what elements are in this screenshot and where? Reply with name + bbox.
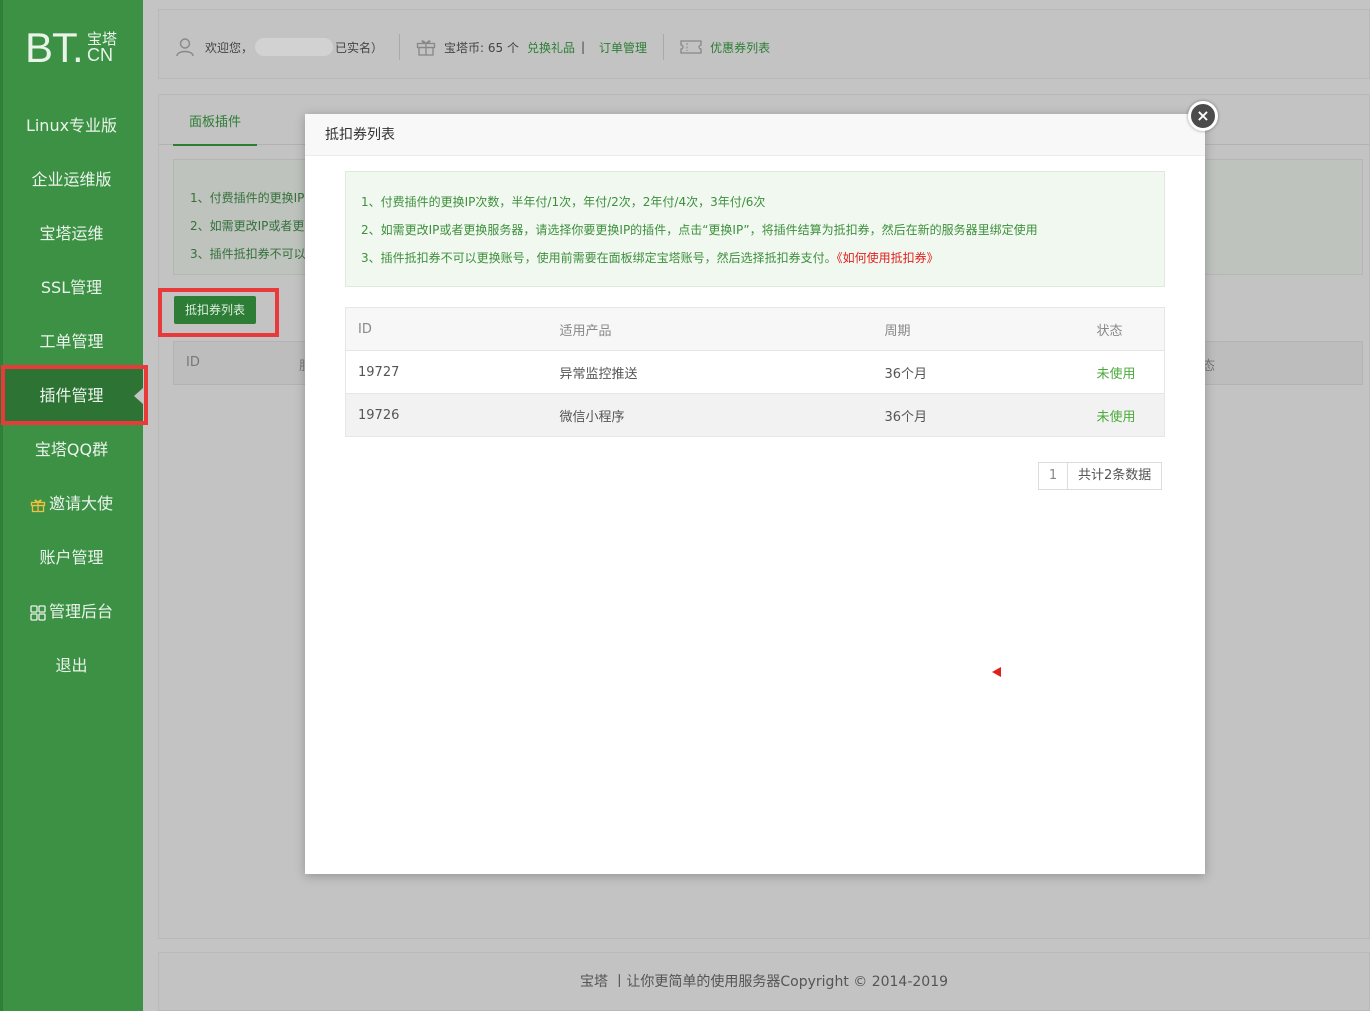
sidebar-nav: Linux专业版 企业运维版 宝塔运维 SSL管理 工单管理 插件管理 宝塔QQ… — [0, 99, 143, 693]
gift-icon — [30, 499, 46, 512]
sidebar-item-admin[interactable]: 管理后台 — [0, 585, 143, 639]
sidebar-item-invite[interactable]: 邀请大使 — [0, 477, 143, 531]
sidebar-item-label: 宝塔QQ群 — [34, 440, 109, 459]
realname-status: 已实名） — [335, 40, 384, 55]
cell-product: 异常监控推送 — [547, 350, 873, 394]
divider — [399, 34, 401, 60]
modal-tip-text: 3、插件抵扣券不可以更换账号，使用前需要在面板绑定宝塔账号，然后选择抵扣券支付。 — [361, 251, 837, 265]
coupon-table: ID 适用产品 周期 状态 19727 异常监控推送 36个月 未使用 1972… — [345, 307, 1165, 437]
sidebar-item-qq-group[interactable]: 宝塔QQ群 — [0, 423, 143, 477]
orders-link[interactable]: 订单管理 — [599, 39, 647, 56]
sidebar-item-label: 邀请大使 — [48, 494, 113, 513]
total-count: 共计2条数据 — [1078, 468, 1152, 483]
cell-period: 36个月 — [872, 350, 1085, 394]
tip-line: 3、插件抵扣券不可以更换账号 — [190, 247, 310, 261]
sidebar-item-ops[interactable]: 宝塔运维 — [0, 207, 143, 261]
sidebar-item-label: 插件管理 — [39, 386, 104, 405]
footer-copyright: 宝塔 丨让你更简单的使用服务器Copyright © 2014-2019 — [579, 974, 949, 990]
coupon-icon — [680, 40, 702, 54]
coupon-list-modal: 抵扣券列表 1、付费插件的更换IP次数，半年付/1次，年付/2次，2年付/4次，… — [305, 114, 1205, 874]
modal-title: 抵扣券列表 — [305, 114, 1205, 156]
sidebar-item-enterprise[interactable]: 企业运维版 — [0, 153, 143, 207]
column-header-id: ID — [186, 355, 200, 370]
modal-tip-line-3: 3、插件抵扣券不可以更换账号，使用前需要在面板绑定宝塔账号，然后选择抵扣券支付。… — [361, 244, 1149, 272]
sidebar-item-label: 退出 — [55, 656, 88, 675]
table-row: 19726 微信小程序 36个月 未使用 — [345, 393, 1165, 437]
sidebar-item-label: SSL管理 — [40, 278, 103, 297]
logo-bt: BT. — [25, 24, 84, 71]
logo-cn: CN — [87, 45, 113, 65]
tab-panel-plugins[interactable]: 面板插件 — [173, 111, 258, 146]
cursor-marker-icon — [992, 667, 1001, 677]
active-arrow-icon — [134, 388, 143, 404]
modal-tips-box: 1、付费插件的更换IP次数，半年付/1次，年付/2次，2年付/4次，3年付/6次… — [345, 171, 1165, 287]
user-icon — [176, 38, 194, 57]
sidebar-item-label: 工单管理 — [39, 332, 104, 351]
sidebar-item-label: 账户管理 — [39, 548, 104, 567]
sidebar-item-logout[interactable]: 退出 — [0, 639, 143, 693]
how-to-use-coupon-link[interactable]: 《如何使用抵扣券》 — [837, 251, 939, 265]
header-bar: 欢迎您， 已实名） 宝塔币: 65 个 兑换礼品 | 订单管理 优惠券列表 — [158, 9, 1370, 79]
close-icon[interactable]: × — [1188, 101, 1218, 131]
bt-logo[interactable]: BT. 宝塔 CN — [25, 24, 125, 74]
sidebar-item-label: 管理后台 — [48, 602, 113, 621]
cell-product: 微信小程序 — [547, 393, 873, 437]
sidebar-item-linux-pro[interactable]: Linux专业版 — [0, 99, 143, 153]
cell-period: 36个月 — [872, 393, 1085, 437]
modal-tip-line: 2、如需更改IP或者更换服务器，请选择你要更换IP的插件，点击“更换IP”，将插… — [361, 223, 1038, 237]
column-header-status: 状态 — [1084, 307, 1165, 351]
table-header-row: ID 适用产品 周期 状态 — [345, 307, 1165, 351]
tip-line: 1、付费插件的更换IP次数 — [190, 191, 310, 205]
column-header-id: ID — [345, 307, 548, 351]
grid-icon — [30, 604, 46, 621]
welcome-text: 欢迎您， — [205, 40, 254, 55]
cell-status: 未使用 — [1084, 393, 1165, 437]
coupon-list-button[interactable]: 抵扣券列表 — [174, 296, 256, 324]
exchange-gifts-link[interactable]: 兑换礼品 — [527, 39, 575, 56]
coins-balance: 宝塔币: 65 个 — [444, 40, 519, 55]
table-row: 19727 异常监控推送 36个月 未使用 — [345, 350, 1165, 394]
divider — [663, 34, 665, 60]
username-redacted — [255, 38, 334, 56]
sidebar-item-label: Linux专业版 — [25, 116, 118, 135]
sidebar-item-plugins[interactable]: 插件管理 — [0, 369, 143, 423]
modal-tip-line: 1、付费插件的更换IP次数，半年付/1次，年付/2次，2年付/4次，3年付/6次 — [361, 195, 766, 209]
pipe-separator: | — [581, 40, 586, 54]
sidebar-item-label: 企业运维版 — [31, 170, 112, 189]
gift-icon — [416, 40, 436, 56]
column-header-product: 适用产品 — [547, 307, 873, 351]
sidebar-item-account[interactable]: 账户管理 — [0, 531, 143, 585]
cell-status: 未使用 — [1084, 350, 1165, 394]
sidebar-item-tickets[interactable]: 工单管理 — [0, 315, 143, 369]
tip-line: 2、如需更改IP或者更换服务器 — [190, 219, 310, 233]
cell-id: 19726 — [345, 393, 548, 437]
sidebar-item-label: 宝塔运维 — [39, 224, 104, 243]
coupon-list-link[interactable]: 优惠券列表 — [710, 39, 770, 56]
footer: 宝塔 丨让你更简单的使用服务器Copyright © 2014-2019 — [158, 952, 1370, 1011]
page-number-button[interactable]: 1 — [1039, 463, 1068, 489]
column-header-period: 周期 — [872, 307, 1085, 351]
pagination: 1 共计2条数据 — [1038, 462, 1163, 490]
cell-id: 19727 — [345, 350, 548, 394]
sidebar: BT. 宝塔 CN Linux专业版 企业运维版 宝塔运维 SSL管理 工单管理… — [0, 0, 143, 1011]
sidebar-item-ssl[interactable]: SSL管理 — [0, 261, 143, 315]
